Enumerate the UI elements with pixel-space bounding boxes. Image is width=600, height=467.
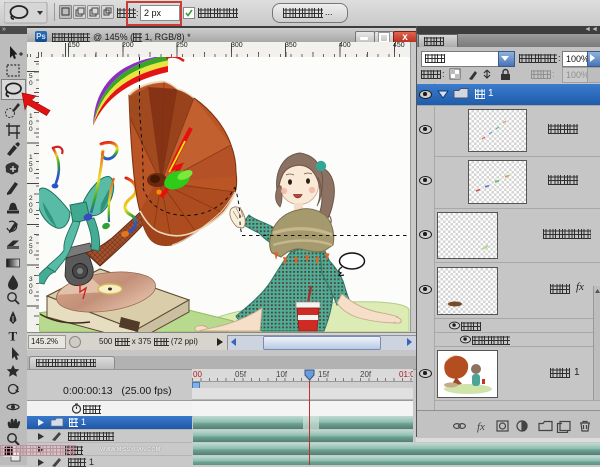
- svg-text:T: T: [9, 329, 18, 344]
- svg-text:fx: fx: [477, 421, 485, 433]
